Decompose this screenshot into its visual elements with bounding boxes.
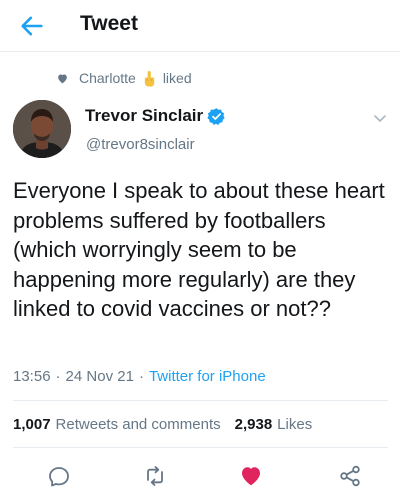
reply-icon[interactable]: [47, 464, 71, 488]
author-display-name: Trevor Sinclair: [85, 106, 204, 125]
retweets-label[interactable]: Retweets and comments: [56, 416, 221, 433]
separator-dot: ·: [138, 368, 144, 385]
tweet-date: 24 Nov 21: [65, 368, 134, 385]
separator-dot: ·: [55, 368, 61, 385]
heart-icon: [58, 73, 67, 83]
tweet-time: 13:56: [13, 368, 51, 385]
retweets-count[interactable]: 1,007: [13, 416, 51, 433]
avatar[interactable]: [13, 100, 71, 158]
page-title: Tweet: [80, 12, 138, 35]
tweet-meta: 13:56 · 24 Nov 21 · Twitter for iPhone: [13, 368, 266, 385]
profile-photo: [13, 100, 71, 158]
likes-count[interactable]: 2,938: [235, 416, 273, 433]
social-action-label: liked: [162, 70, 192, 86]
chevron-down-icon[interactable]: [372, 110, 388, 126]
author-name-row[interactable]: Trevor Sinclair: [85, 106, 226, 126]
divider: [13, 447, 388, 448]
tweet-source-link[interactable]: Twitter for iPhone: [149, 368, 266, 385]
tweet-text: Everyone I speak to about these heart pr…: [13, 178, 385, 321]
tweet-stats: 1,007 Retweets and comments 2,938 Likes: [13, 416, 326, 433]
retweet-icon[interactable]: [143, 464, 167, 488]
likes-label[interactable]: Likes: [277, 416, 312, 433]
arrow-left-icon[interactable]: [18, 12, 46, 40]
liker-name: Charlotte: [79, 70, 136, 86]
share-icon[interactable]: [338, 464, 362, 488]
heart-icon[interactable]: [239, 464, 263, 488]
author-handle[interactable]: @trevor8sinclair: [86, 136, 195, 153]
top-bar: Tweet: [0, 0, 400, 52]
verified-badge-icon: [207, 107, 225, 125]
raised-middle-finger-emoji: [144, 70, 154, 86]
social-context[interactable]: Charlotte liked: [56, 68, 192, 88]
divider: [13, 400, 388, 401]
action-bar: [0, 460, 400, 490]
